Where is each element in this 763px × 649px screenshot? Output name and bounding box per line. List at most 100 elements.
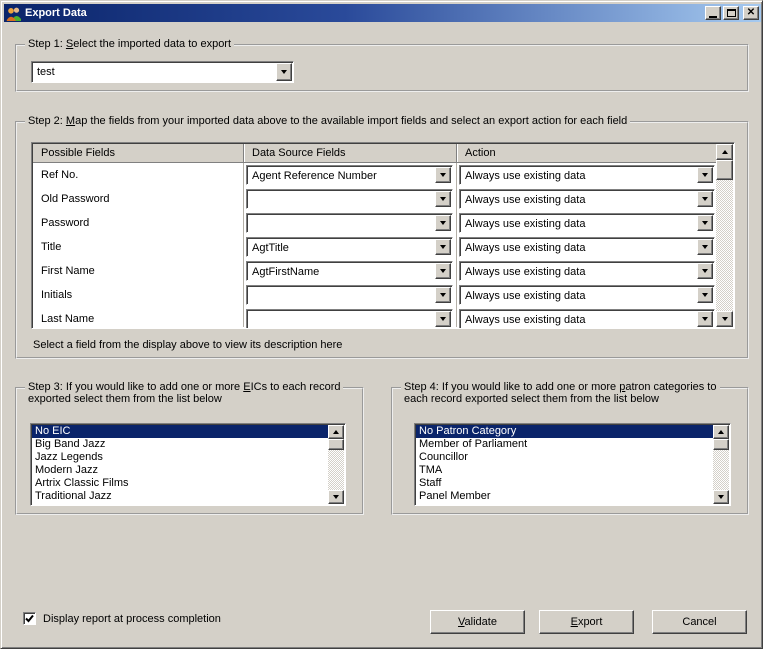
field-name: Initials xyxy=(41,289,73,301)
step3-group: Step 3: If you would like to add one or … xyxy=(15,381,364,515)
table-row[interactable]: Ref No. Agent Reference Number Always us… xyxy=(33,163,717,187)
step3-legend-line1: Step 3: If you would like to add one or … xyxy=(25,381,344,393)
chevron-down-icon[interactable] xyxy=(435,167,451,183)
scroll-down-icon[interactable] xyxy=(713,490,729,504)
table-row[interactable]: Last Name Always use existing data xyxy=(33,307,717,328)
combo-value: AgtTitle xyxy=(252,242,289,254)
scroll-down-icon[interactable] xyxy=(716,311,733,327)
imported-data-combo-value: test xyxy=(37,66,55,78)
data-source-combo[interactable] xyxy=(246,285,453,305)
step1-legend: Step 1: Select the imported data to expo… xyxy=(25,38,235,50)
maximize-button[interactable] xyxy=(723,6,739,20)
scroll-up-icon[interactable] xyxy=(713,425,729,439)
imported-data-combo[interactable]: test xyxy=(31,61,294,83)
data-source-combo[interactable]: Agent Reference Number xyxy=(246,165,453,185)
minimize-button[interactable] xyxy=(705,6,721,20)
display-report-checkbox[interactable] xyxy=(23,612,36,625)
minimize-icon xyxy=(709,15,717,18)
step3-legend-line2: exported select them from the list below xyxy=(28,393,222,405)
action-combo[interactable]: Always use existing data xyxy=(459,189,715,209)
chevron-down-icon[interactable] xyxy=(697,191,713,207)
scrollbar-thumb[interactable] xyxy=(713,439,729,450)
list-item[interactable]: Panel Member xyxy=(416,490,713,503)
cancel-button[interactable]: Cancel xyxy=(652,610,747,634)
chevron-down-icon[interactable] xyxy=(276,63,292,81)
table-header-row: Possible Fields Data Source Fields Actio… xyxy=(33,144,717,163)
list-item[interactable]: TMA xyxy=(416,464,713,477)
chevron-down-icon[interactable] xyxy=(697,287,713,303)
list-item[interactable]: Traditional Jazz xyxy=(32,490,328,503)
title-bar[interactable]: Export Data ✕ xyxy=(4,4,761,22)
scrollbar-thumb[interactable] xyxy=(328,439,344,450)
table-scrollbar[interactable] xyxy=(716,144,733,327)
data-source-combo[interactable]: AgtFirstName xyxy=(246,261,453,281)
chevron-down-icon[interactable] xyxy=(435,287,451,303)
scroll-up-icon[interactable] xyxy=(328,425,344,439)
patron-category-listbox: No Patron Category Member of Parliament … xyxy=(414,423,731,506)
patron-list-scrollbar[interactable] xyxy=(713,425,729,504)
export-button[interactable]: Export xyxy=(539,610,634,634)
table-row[interactable]: Old Password Always use existing data xyxy=(33,187,717,211)
chevron-down-icon[interactable] xyxy=(697,215,713,231)
column-header-action: Action xyxy=(456,144,717,162)
eic-list-scrollbar[interactable] xyxy=(328,425,344,504)
eic-listbox: No EIC Big Band Jazz Jazz Legends Modern… xyxy=(30,423,346,506)
list-item[interactable]: Big Band Jazz xyxy=(32,438,328,451)
chevron-down-icon[interactable] xyxy=(697,263,713,279)
data-source-combo[interactable]: AgtTitle xyxy=(246,237,453,257)
action-combo[interactable]: Always use existing data xyxy=(459,165,715,185)
chevron-down-icon[interactable] xyxy=(435,263,451,279)
table-row[interactable]: Password Always use existing data xyxy=(33,211,717,235)
step2-group: Step 2: Map the fields from your importe… xyxy=(15,115,749,359)
chevron-down-icon[interactable] xyxy=(697,239,713,255)
chevron-down-icon[interactable] xyxy=(435,311,451,327)
scrollbar-thumb[interactable] xyxy=(716,160,733,180)
chevron-down-icon[interactable] xyxy=(435,215,451,231)
field-name: First Name xyxy=(41,265,95,277)
combo-value: Always use existing data xyxy=(465,290,586,302)
action-combo[interactable]: Always use existing data xyxy=(459,213,715,233)
combo-value: Always use existing data xyxy=(465,266,586,278)
maximize-icon xyxy=(726,9,736,17)
close-icon: ✕ xyxy=(746,7,756,18)
field-name: Old Password xyxy=(41,193,110,205)
chevron-down-icon[interactable] xyxy=(697,167,713,183)
combo-value: Always use existing data xyxy=(465,218,586,230)
list-item[interactable]: Artrix Classic Films xyxy=(32,477,328,490)
scroll-up-icon[interactable] xyxy=(716,144,733,160)
validate-button[interactable]: Validate xyxy=(430,610,525,634)
table-row[interactable]: First Name AgtFirstName Always use exist… xyxy=(33,259,717,283)
table-row[interactable]: Initials Always use existing data xyxy=(33,283,717,307)
combo-value: Always use existing data xyxy=(465,194,586,206)
field-description-hint: Select a field from the display above to… xyxy=(33,339,343,351)
scroll-down-icon[interactable] xyxy=(328,490,344,504)
data-source-combo[interactable] xyxy=(246,213,453,233)
list-item[interactable]: Jazz Legends xyxy=(32,451,328,464)
list-item[interactable]: No EIC xyxy=(32,425,328,438)
data-source-combo[interactable] xyxy=(246,189,453,209)
action-combo[interactable]: Always use existing data xyxy=(459,285,715,305)
step4-legend-line2: each record exported select them from th… xyxy=(404,393,659,405)
table-row[interactable]: Title AgtTitle Always use existing data xyxy=(33,235,717,259)
export-data-dialog: Export Data ✕ Step 1: Select the importe… xyxy=(0,0,763,649)
action-combo[interactable]: Always use existing data xyxy=(459,261,715,281)
data-source-combo[interactable] xyxy=(246,309,453,328)
action-combo[interactable]: Always use existing data xyxy=(459,309,715,328)
chevron-down-icon[interactable] xyxy=(435,191,451,207)
combo-value: AgtFirstName xyxy=(252,266,320,278)
display-report-checkbox-label: Display report at process completion xyxy=(43,613,221,625)
list-item[interactable]: Member of Parliament xyxy=(416,438,713,451)
combo-value: Always use existing data xyxy=(465,314,586,326)
list-item[interactable]: Councillor xyxy=(416,451,713,464)
table-body: Ref No. Agent Reference Number Always us… xyxy=(33,163,717,328)
list-item[interactable]: Staff xyxy=(416,477,713,490)
list-item[interactable]: No Patron Category xyxy=(416,425,713,438)
list-item[interactable]: Modern Jazz xyxy=(32,464,328,477)
field-name: Last Name xyxy=(41,313,95,325)
chevron-down-icon[interactable] xyxy=(435,239,451,255)
close-button[interactable]: ✕ xyxy=(743,6,759,20)
action-combo[interactable]: Always use existing data xyxy=(459,237,715,257)
step4-group: Step 4: If you would like to add one or … xyxy=(391,381,749,515)
chevron-down-icon[interactable] xyxy=(697,311,713,327)
combo-value: Always use existing data xyxy=(465,170,586,182)
